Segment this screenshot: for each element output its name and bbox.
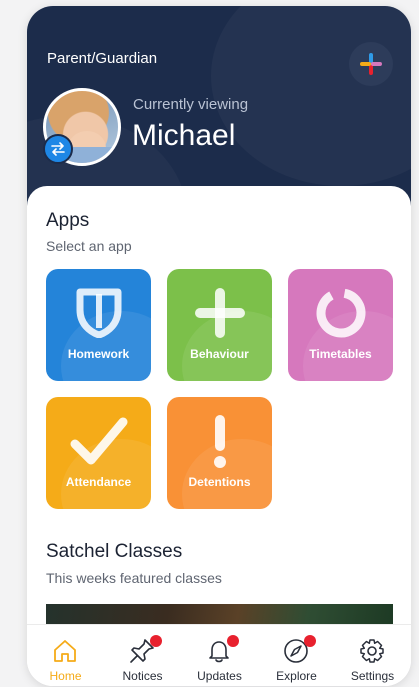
exclamation-icon [213, 415, 226, 468]
tab-label: Notices [122, 669, 163, 683]
tab-notices[interactable]: Notices [104, 625, 181, 686]
app-tile-behaviour[interactable]: Behaviour [167, 269, 272, 381]
app-tile-timetables[interactable]: Timetables [288, 269, 393, 381]
child-name: Michael [132, 119, 236, 152]
app-tile-label: Detentions [188, 475, 251, 489]
tab-explore[interactable]: Explore [258, 625, 335, 686]
tab-label: Updates [197, 669, 242, 683]
tab-settings[interactable]: Settings [334, 625, 411, 686]
ring-icon [316, 288, 365, 338]
tab-label: Explore [276, 669, 317, 683]
notification-badge [227, 635, 239, 647]
classes-section-subtitle: This weeks featured classes [46, 570, 222, 586]
tab-home[interactable]: Home [27, 625, 104, 686]
home-icon [54, 640, 76, 662]
viewing-label: Currently viewing [133, 96, 249, 113]
notification-badge [304, 635, 316, 647]
app-tile-detentions[interactable]: Detentions [167, 397, 272, 509]
classes-section-title: Satchel Classes [46, 541, 183, 562]
tab-label: Home [49, 669, 82, 683]
tab-label: Settings [350, 669, 395, 683]
plus-multicolor-icon [360, 53, 382, 75]
gear-icon [360, 639, 384, 663]
shield-icon [76, 288, 121, 338]
app-tile-attendance[interactable]: Attendance [46, 397, 151, 509]
tab-updates[interactable]: Updates [181, 625, 258, 686]
bottom-tab-bar: Home Notices Updates Explore Settings [27, 624, 411, 686]
swap-arrows-icon [51, 142, 65, 156]
app-tile-homework[interactable]: Homework [46, 269, 151, 381]
app-tile-label: Attendance [65, 475, 132, 489]
switch-child-button[interactable] [43, 134, 73, 164]
check-icon [70, 417, 127, 465]
role-label: Parent/Guardian [47, 50, 158, 67]
profile-header: Parent/Guardian Currently viewing Michae… [27, 6, 411, 206]
phone-screen: Parent/Guardian Currently viewing Michae… [27, 6, 411, 686]
apps-section-subtitle: Select an app [46, 238, 132, 254]
notification-badge [150, 635, 162, 647]
add-child-button[interactable] [349, 42, 393, 86]
app-tile-label: Timetables [309, 347, 372, 361]
app-tile-label: Behaviour [190, 347, 249, 361]
app-tile-label: Homework [67, 347, 130, 361]
apps-section-title: Apps [46, 210, 90, 231]
plus-icon [194, 288, 245, 338]
